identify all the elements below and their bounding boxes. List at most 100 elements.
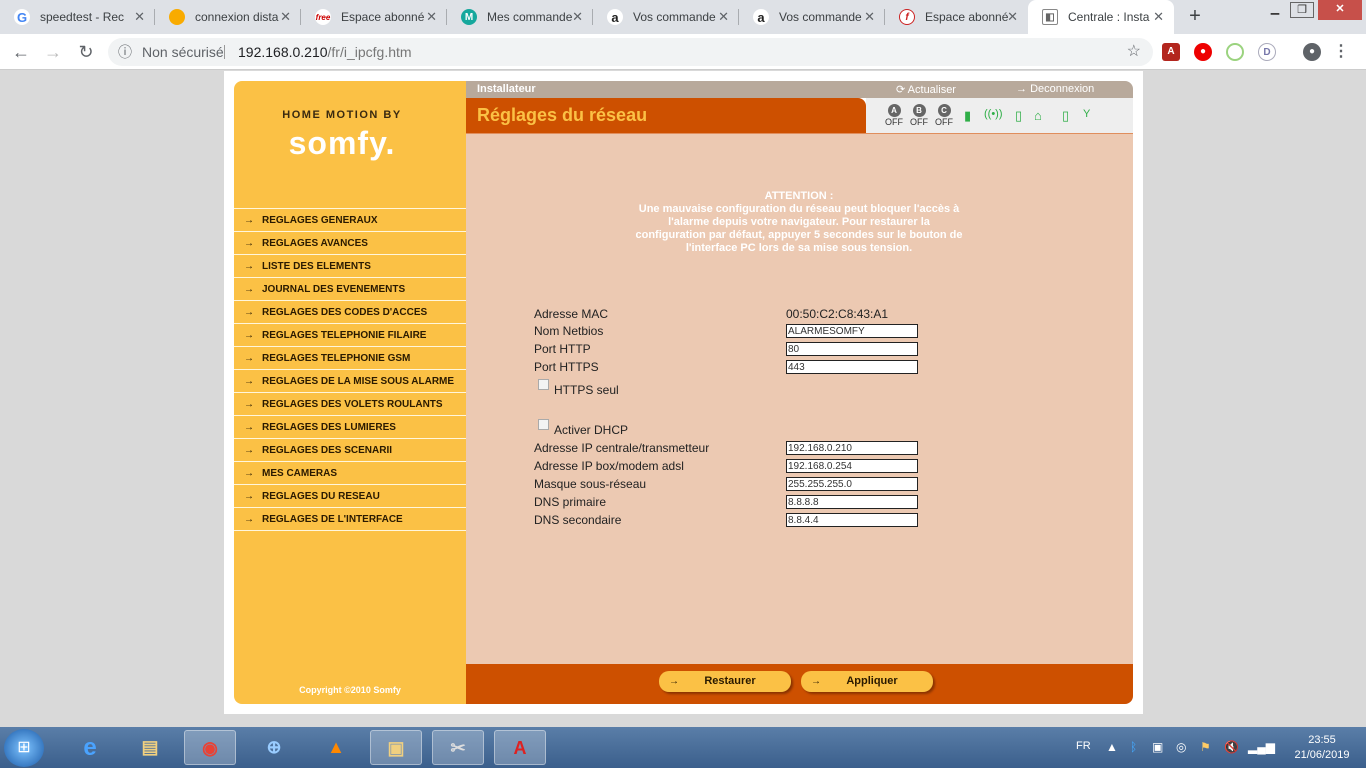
vlc-icon[interactable]: ▲ <box>310 730 362 765</box>
clock-date: 21/06/2019 <box>1294 749 1350 761</box>
close-window-icon[interactable]: ✕ <box>1318 0 1362 20</box>
sidebar-item-telephonie-filaire[interactable]: → REGLAGES TELEPHONIE FILAIRE <box>234 324 466 347</box>
dhcp-checkbox[interactable] <box>538 419 549 430</box>
minimize-icon[interactable]: ▁ <box>1262 0 1288 20</box>
close-tab-icon[interactable]: ✕ <box>864 9 875 25</box>
apply-button[interactable]: → Appliquer <box>801 671 933 692</box>
security-label[interactable]: Non sécurisé <box>142 38 224 66</box>
mask-input[interactable] <box>786 477 918 491</box>
close-tab-icon[interactable]: ✕ <box>1007 9 1018 25</box>
circle-extension-icon[interactable] <box>1226 43 1244 61</box>
sidebar-item-reglages-avances[interactable]: → REGLAGES AVANCES <box>234 232 466 255</box>
file-explorer-icon[interactable]: ▤ <box>124 730 176 765</box>
zone-state: OFF <box>910 117 928 127</box>
sidebar-item-interface[interactable]: → REGLAGES DE L'INTERFACE <box>234 508 466 531</box>
sidebar-item-telephonie-gsm[interactable]: → REGLAGES TELEPHONIE GSM <box>234 347 466 370</box>
browser-tab[interactable]: f Espace abonné ✕ <box>885 0 1028 34</box>
tab-title: Espace abonné <box>341 10 425 24</box>
gateway-label: Adresse IP box/modem adsl <box>534 459 684 473</box>
gateway-input[interactable] <box>786 459 918 473</box>
sidebar-item-lumieres[interactable]: → REGLAGES DES LUMIERES <box>234 416 466 439</box>
netbios-input[interactable] <box>786 324 918 338</box>
browser-tab[interactable]: G speedtest - Rec ✕ <box>0 0 155 34</box>
bookmark-star-icon[interactable]: ☆ <box>1127 38 1141 66</box>
search-app-icon[interactable]: ⊕ <box>248 730 300 765</box>
user-role: Installateur <box>477 83 536 95</box>
profile-icon[interactable]: ● <box>1303 43 1321 61</box>
clock[interactable]: 23:55 21/06/2019 <box>1292 733 1352 763</box>
dns2-input[interactable] <box>786 513 918 527</box>
sidebar-item-volets-roulants[interactable]: → REGLAGES DES VOLETS ROULANTS <box>234 393 466 416</box>
new-tab-button[interactable]: + <box>1183 5 1207 29</box>
logout-label: Deconnexion <box>1030 83 1095 95</box>
signal-bars-icon[interactable]: ▂▄▆ <box>1248 740 1275 754</box>
m-icon: M <box>461 9 477 25</box>
restore-button[interactable]: → Restaurer <box>659 671 791 692</box>
radio-signal-icon: ((•)) <box>984 108 1003 120</box>
action-center-icon[interactable]: ⚑ <box>1200 740 1211 754</box>
show-hidden-icons-icon[interactable]: ▲ <box>1106 740 1118 754</box>
arrow-right-icon: → <box>244 513 254 525</box>
close-tab-icon[interactable]: ✕ <box>1153 9 1164 25</box>
browser-tab[interactable]: a Vos commande ✕ <box>593 0 739 34</box>
browser-tab[interactable]: connexion dista ✕ <box>155 0 301 34</box>
logout-link[interactable]: → Deconnexion <box>1016 83 1094 95</box>
refresh-label: Actualiser <box>907 84 956 96</box>
chrome-icon[interactable]: ◉ <box>184 730 236 765</box>
sidebar-item-journal-evenements[interactable]: → JOURNAL DES EVENEMENTS <box>234 278 466 301</box>
close-tab-icon[interactable]: ✕ <box>134 9 145 25</box>
back-icon[interactable]: ← <box>9 40 33 64</box>
https-port-input[interactable] <box>786 360 918 374</box>
ip-input[interactable] <box>786 441 918 455</box>
amazon-icon: a <box>607 9 623 25</box>
sidebar-item-cameras[interactable]: → MES CAMERAS <box>234 462 466 485</box>
reload-icon[interactable]: ↻ <box>74 40 98 64</box>
refresh-link[interactable]: ⟳ Actualiser <box>896 83 956 96</box>
language-indicator[interactable]: FR <box>1076 740 1091 752</box>
close-tab-icon[interactable]: ✕ <box>572 9 583 25</box>
sidebar-item-scenarii[interactable]: → REGLAGES DES SCENARII <box>234 439 466 462</box>
close-tab-icon[interactable]: ✕ <box>718 9 729 25</box>
info-icon[interactable]: ⓘ <box>118 38 132 66</box>
bluetooth-icon[interactable]: ᛒ <box>1130 740 1137 754</box>
d-extension-icon[interactable]: D <box>1258 43 1276 61</box>
browser-tab[interactable]: a Vos commande ✕ <box>739 0 885 34</box>
browser-tab[interactable]: M Mes commande ✕ <box>447 0 593 34</box>
menu-dots-icon[interactable]: ⋮ <box>1332 43 1350 61</box>
arrow-right-icon: → <box>244 237 254 249</box>
antenna-icon: Y <box>1083 108 1091 120</box>
arrow-right-icon: → <box>244 214 254 226</box>
internet-explorer-icon[interactable]: e <box>64 730 116 765</box>
pdf-extension-icon[interactable]: A <box>1162 43 1180 61</box>
volume-muted-icon[interactable]: 🔇 <box>1224 740 1239 754</box>
sidebar-item-label: MES CAMERAS <box>262 467 338 479</box>
sidebar-item-liste-elements[interactable]: → LISTE DES ELEMENTS <box>234 255 466 278</box>
sidebar-item-reseau[interactable]: → REGLAGES DU RESEAU <box>234 485 466 508</box>
browser-tab[interactable]: free Espace abonné ✕ <box>301 0 447 34</box>
https-only-checkbox[interactable] <box>538 379 549 390</box>
folder-window-icon[interactable]: ▣ <box>370 730 422 765</box>
adblock-extension-icon[interactable]: ● <box>1194 43 1212 61</box>
sidebar-item-mise-sous-alarme[interactable]: → REGLAGES DE LA MISE SOUS ALARME <box>234 370 466 393</box>
close-tab-icon[interactable]: ✕ <box>426 9 437 25</box>
tab-title: connexion dista <box>195 10 279 24</box>
snipping-tool-icon[interactable]: ✂ <box>432 730 484 765</box>
forward-icon[interactable]: → <box>41 40 65 64</box>
browser-tab-active[interactable]: ◧ Centrale : Insta ✕ <box>1028 0 1174 34</box>
device-tray-icon[interactable]: ▣ <box>1152 740 1163 754</box>
restore-window-icon[interactable]: ❐ <box>1290 2 1314 18</box>
sidebar-item-label: REGLAGES TELEPHONIE FILAIRE <box>262 329 427 341</box>
start-button[interactable]: ⊞ <box>4 729 44 767</box>
sidebar-item-codes-acces[interactable]: → REGLAGES DES CODES D'ACCES <box>234 301 466 324</box>
http-port-input[interactable] <box>786 342 918 356</box>
sidebar-item-reglages-generaux[interactable]: → REGLAGES GENERAUX <box>234 209 466 232</box>
address-bar[interactable]: ⓘ Non sécurisé 192.168.0.210/fr/i_ipcfg.… <box>108 38 1153 66</box>
arrow-right-icon: → <box>244 375 254 387</box>
zone-b-status: B OFF <box>907 104 931 127</box>
acrobat-icon[interactable]: A <box>494 730 546 765</box>
close-tab-icon[interactable]: ✕ <box>280 9 291 25</box>
url-text[interactable]: 192.168.0.210/fr/i_ipcfg.htm <box>238 38 412 66</box>
dns1-input[interactable] <box>786 495 918 509</box>
network-tray-icon[interactable]: ◎ <box>1176 740 1186 754</box>
google-icon: G <box>14 9 30 25</box>
